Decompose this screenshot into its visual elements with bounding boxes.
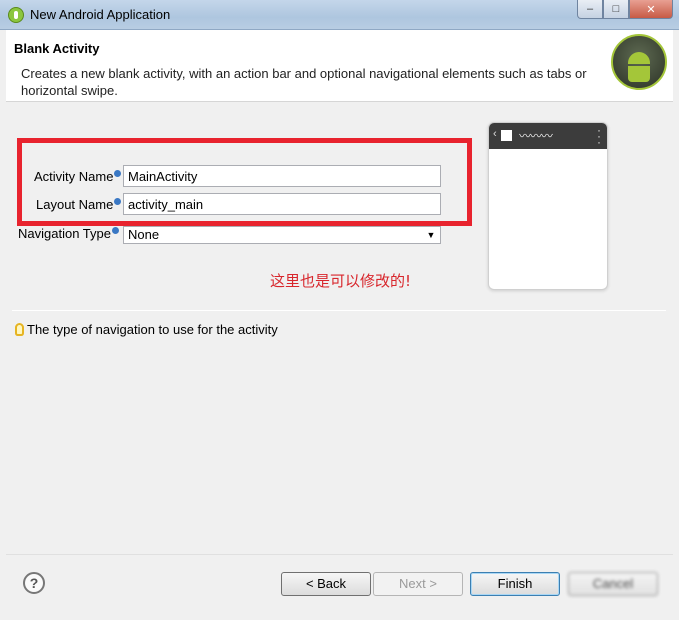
page-description: Creates a new blank activity, with an ac… [21,66,587,98]
layout-preview: ‹ 〰〰〰 · · · [488,122,608,290]
info-icon [112,227,119,234]
window-titlebar[interactable]: New Android Application – □ ✕ [0,0,679,30]
title-placeholder-icon: 〰〰〰 [519,129,553,143]
preview-action-bar: ‹ 〰〰〰 · · · [489,123,607,149]
app-icon-placeholder [501,130,512,141]
navigation-type-value: None [128,227,160,242]
help-icon[interactable]: ? [23,572,45,594]
next-button[interactable]: Next > [373,572,463,596]
finish-button[interactable]: Finish [470,572,560,596]
navigation-type-select[interactable]: None ▼ [123,226,441,244]
dropdown-arrow-icon: ▼ [426,230,436,240]
window-controls: – □ ✕ [577,0,673,20]
wizard-header: Blank Activity Creates a new blank activ… [6,30,673,102]
wizard-body: Activity Name Layout Name Navigation Typ… [6,102,673,554]
hint-message: The type of navigation to use for the ac… [15,322,278,337]
android-logo-icon [611,34,667,90]
divider [12,310,666,311]
minimize-button[interactable]: – [577,0,603,19]
hint-text: The type of navigation to use for the ac… [27,322,278,337]
back-caret-icon: ‹ [493,128,497,140]
highlight-box [17,138,472,226]
maximize-button[interactable]: □ [603,0,629,19]
back-button[interactable]: < Back [281,572,371,596]
navigation-type-label: Navigation Type [18,226,119,241]
page-title: Blank Activity [14,41,100,56]
cancel-button[interactable]: Cancel [568,572,658,596]
wizard-footer: ? < Back Next > Finish Cancel [6,554,673,614]
android-app-icon [8,7,24,23]
window-title: New Android Application [30,7,171,22]
annotation-text: 这里也是可以修改的! [270,272,412,290]
close-button[interactable]: ✕ [629,0,673,19]
overflow-menu-icon: · · · [597,123,601,149]
lightbulb-icon [15,323,24,336]
